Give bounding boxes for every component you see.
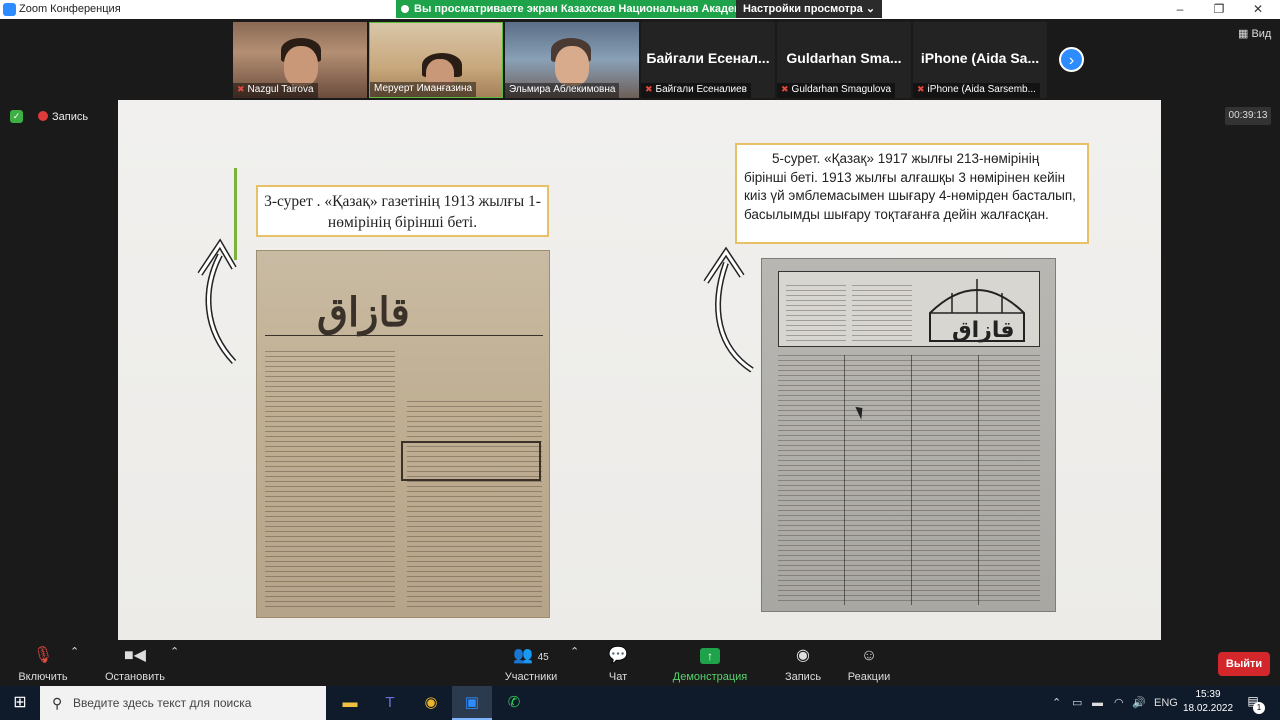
notification-count: 1 <box>1253 702 1265 714</box>
record-button[interactable]: ◉ Запись <box>782 645 824 683</box>
encryption-shield-icon[interactable]: ✓ <box>10 110 23 123</box>
search-placeholder: Введите здесь текст для поиска <box>73 696 252 710</box>
participant-display-name: iPhone (Aida Sa... <box>920 50 1040 66</box>
teams-icon[interactable]: T <box>370 686 410 720</box>
participants-options-caret-icon[interactable]: ⌃ <box>570 645 579 658</box>
leave-meeting-button[interactable]: Выйти <box>1218 652 1270 676</box>
file-explorer-icon[interactable]: ▬ <box>330 686 370 720</box>
camera-icon: ■◀ <box>124 647 146 664</box>
participant-name: Эльмира Аблекимовна <box>509 84 616 95</box>
share-banner: Вы просматриваете экран Казахская Национ… <box>396 0 736 18</box>
meeting-timer: 00:39:13 <box>1225 107 1271 125</box>
window-title: Zoom Конференция <box>19 3 121 15</box>
chat-button[interactable]: 💬 Чат <box>598 645 638 683</box>
curved-arrow-left-icon <box>197 238 237 365</box>
search-icon: ⚲ <box>52 695 63 711</box>
zoom-app-icon <box>3 3 16 16</box>
audio-options-caret-icon[interactable]: ⌃ <box>70 645 79 658</box>
chat-icon: 💬 <box>608 647 628 664</box>
record-dot-icon <box>38 111 48 121</box>
grid-icon: ▦ <box>1238 28 1252 40</box>
chat-label: Чат <box>608 671 628 683</box>
reactions-label: Реакции <box>847 671 891 683</box>
participant-name: Меруерт Иманғазина <box>374 83 473 94</box>
share-screen-icon: ↑ <box>700 648 720 664</box>
yurt-emblem-icon: قازاق <box>929 279 1025 343</box>
maximize-button[interactable]: ❐ <box>1199 1 1239 18</box>
meeting-controls: 🎙 Включить звук ⌃ ■◀ Остановить видео ⌃ … <box>0 640 1280 695</box>
curved-arrow-right-icon <box>703 246 754 373</box>
participants-count: 45 <box>537 652 549 663</box>
next-participants-button[interactable]: › <box>1059 47 1084 72</box>
newspaper-box <box>401 441 541 481</box>
windows-start-icon[interactable]: ⊞ <box>0 686 40 720</box>
reactions-icon: ☺ <box>860 647 878 664</box>
participant-name: Nazgul Tairova <box>247 84 314 95</box>
mic-muted-icon: ✖ <box>237 84 245 94</box>
recording-indicator[interactable]: Запись <box>38 111 88 123</box>
caption-figure-5: 5-сурет. «Қазақ» 1917 жылғы 213-нөміріні… <box>735 143 1089 244</box>
tray-overflow-icon[interactable]: ⌃ <box>1052 686 1061 720</box>
participant-display-name: Guldarhan Sma... <box>786 50 902 66</box>
newspaper-masthead: قازاق <box>952 318 1015 343</box>
participants-button[interactable]: 👥 45 Участники <box>503 645 559 683</box>
record-label: Запись <box>784 671 822 683</box>
participant-tile[interactable]: Эльмира Аблекимовна <box>505 22 639 98</box>
windows-taskbar: ⊞ ⚲ Введите здесь текст для поиска ▬ T ◉… <box>0 686 1280 720</box>
reactions-button[interactable]: ☺ Реакции <box>846 645 892 683</box>
caption-figure-3: 3-сурет . «Қазақ» газетінің 1913 жылғы 1… <box>256 185 549 237</box>
system-clock[interactable]: 15:39 18.02.2022 <box>1180 688 1236 716</box>
participant-name: Guldarhan Smagulova <box>791 84 892 95</box>
mic-muted-icon: ✖ <box>781 84 789 94</box>
participant-tile[interactable]: Guldarhan Sma... ✖ Guldarhan Smagulova <box>777 22 911 98</box>
meeting-area: ✖ Nazgul Tairova Меруерт Иманғазина Эльми… <box>0 19 1280 660</box>
clock-time: 15:39 <box>1195 689 1221 700</box>
participants-icon: 👥 <box>513 647 534 664</box>
battery-icon[interactable]: ▬ <box>1092 686 1103 720</box>
share-indicator-icon <box>401 5 409 13</box>
wifi-icon[interactable]: ◠ <box>1114 686 1124 720</box>
view-settings-button[interactable]: Настройки просмотра ⌄ <box>736 0 882 18</box>
view-label: Вид <box>1251 28 1272 40</box>
newspaper-image-1913: قازاق <box>256 250 550 618</box>
mic-muted-icon: ✖ <box>645 84 653 94</box>
newspaper-image-1917: قازاق <box>761 258 1056 612</box>
video-options-caret-icon[interactable]: ⌃ <box>170 645 179 658</box>
participant-tile[interactable]: Байгали Есенал... ✖ Байгали Есеналиев <box>641 22 775 98</box>
participant-tile[interactable]: ✖ Nazgul Tairova <box>233 22 367 98</box>
input-language[interactable]: ENG <box>1154 686 1178 720</box>
shared-screen: 3-сурет . «Қазақ» газетінің 1913 жылғы 1… <box>118 100 1161 640</box>
participant-display-name: Байгали Есенал... <box>646 50 770 66</box>
recording-label: Запись <box>52 111 89 123</box>
chrome-icon[interactable]: ◉ <box>411 686 451 720</box>
participant-name: iPhone (Aida Sarsemb... <box>927 84 1036 95</box>
view-button[interactable]: ▦ Вид <box>1238 27 1271 40</box>
mic-muted-icon: ✖ <box>917 84 925 94</box>
minimize-button[interactable]: – <box>1160 1 1200 18</box>
notifications-icon[interactable]: ▤ 1 <box>1244 694 1265 714</box>
participant-tile[interactable]: iPhone (Aida Sa... ✖ iPhone (Aida Sarsemb… <box>913 22 1047 98</box>
zoom-taskbar-icon[interactable]: ▣ <box>452 686 492 720</box>
mic-muted-icon: 🎙 <box>32 647 54 664</box>
record-icon: ◉ <box>796 647 810 664</box>
participant-name: Байгали Есеналиев <box>655 84 747 95</box>
clock-date: 18.02.2022 <box>1182 703 1234 714</box>
close-button[interactable]: ✕ <box>1238 1 1278 18</box>
newspaper-masthead: قازاق <box>317 289 410 336</box>
participant-tile[interactable]: Меруерт Иманғазина <box>369 22 503 98</box>
share-banner-text: Вы просматриваете экран Казахская Национ… <box>414 3 736 15</box>
participants-label: Участники <box>504 671 558 683</box>
tray-app-icon[interactable]: ▭ <box>1072 686 1082 720</box>
whatsapp-icon[interactable]: ✆ <box>494 686 534 720</box>
taskbar-search-input[interactable]: ⚲ Введите здесь текст для поиска <box>40 686 326 720</box>
volume-icon[interactable]: 🔊 <box>1132 686 1146 720</box>
